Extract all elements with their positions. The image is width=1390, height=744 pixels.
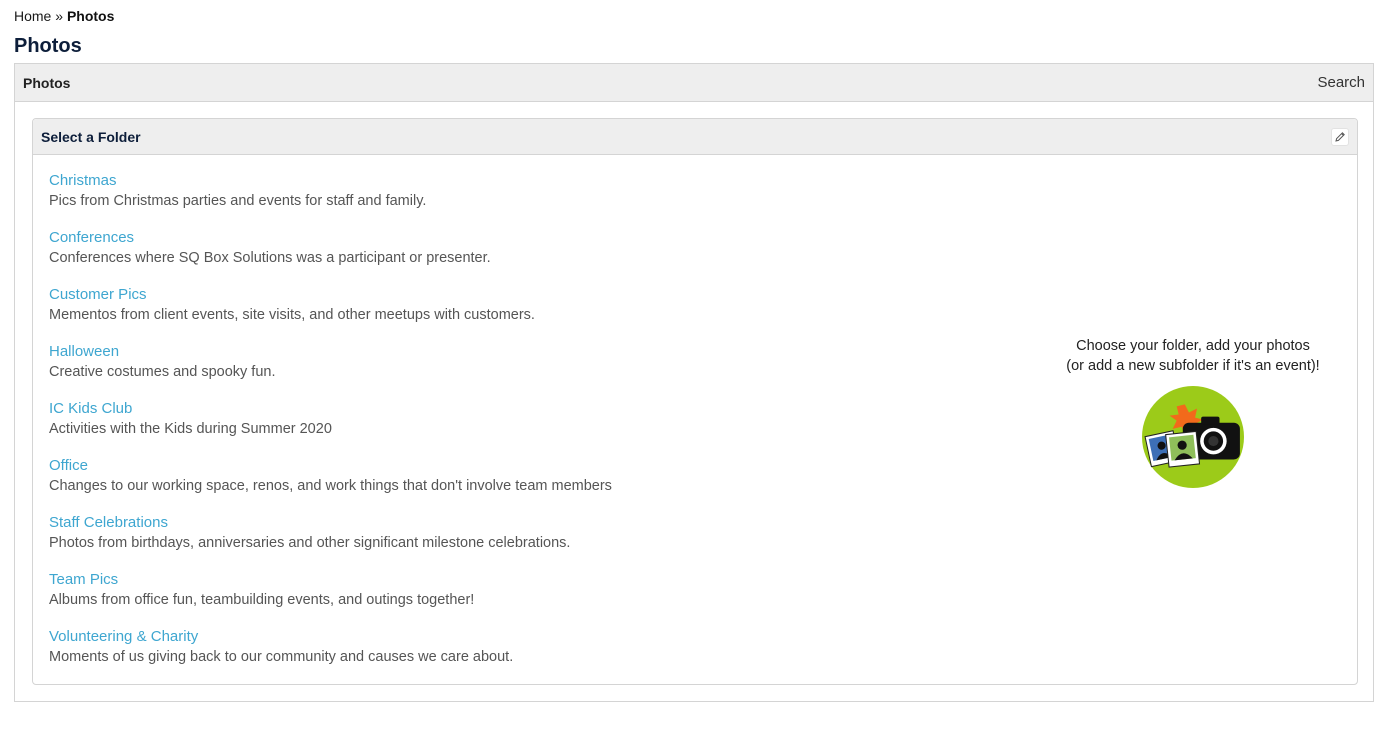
folder-item: Halloween Creative costumes and spooky f… [49, 342, 612, 399]
folder-link[interactable]: Customer Pics [49, 285, 612, 305]
folder-item: Team Pics Albums from office fun, teambu… [49, 570, 612, 627]
folder-description: Conferences where SQ Box Solutions was a… [49, 250, 491, 266]
folder-item: IC Kids Club Activities with the Kids du… [49, 399, 612, 456]
upload-hint-line-1: Choose your folder, add your photos [1076, 338, 1310, 354]
folder-item: Volunteering & Charity Moments of us giv… [49, 627, 612, 684]
breadcrumb-home-link[interactable]: Home [14, 8, 51, 24]
folder-link[interactable]: Conferences [49, 228, 612, 248]
folder-link[interactable]: Staff Celebrations [49, 513, 612, 533]
camera-photos-icon [1142, 386, 1244, 488]
breadcrumb-current: Photos [66, 8, 115, 24]
upload-hint-line-2: (or add a new subfolder if it's an event… [1066, 358, 1320, 374]
folder-link[interactable]: Christmas [49, 171, 612, 191]
folder-panel-header: Select a Folder [33, 119, 1357, 155]
folder-description: Pics from Christmas parties and events f… [49, 193, 427, 209]
breadcrumb-separator: » [55, 8, 64, 24]
folder-item: Conferences Conferences where SQ Box Sol… [49, 228, 612, 285]
page-title: Photos [14, 35, 82, 57]
upload-hint-text: Choose your folder, add your photos (or … [1043, 336, 1343, 376]
folder-link[interactable]: Team Pics [49, 570, 612, 590]
breadcrumb: Home » Photos [14, 8, 114, 24]
folder-description: Mementos from client events, site visits… [49, 307, 535, 323]
photos-panel: Photos Search Select a Folder Christmas … [14, 63, 1374, 702]
folder-description: Activities with the Kids during Summer 2… [49, 421, 332, 437]
photos-panel-header: Photos Search [15, 64, 1373, 102]
folder-item: Staff Celebrations Photos from birthdays… [49, 513, 612, 570]
folder-link[interactable]: Volunteering & Charity [49, 627, 612, 647]
pencil-icon [1335, 131, 1345, 142]
folder-panel-title: Select a Folder [41, 128, 141, 145]
upload-hint: Choose your folder, add your photos (or … [1043, 336, 1343, 488]
folder-list: Christmas Pics from Christmas parties an… [49, 171, 612, 684]
edit-button[interactable] [1331, 127, 1349, 146]
photos-tab[interactable]: Photos [23, 75, 70, 91]
folder-description: Photos from birthdays, anniversaries and… [49, 535, 571, 551]
folder-link[interactable]: IC Kids Club [49, 399, 612, 419]
folder-panel: Select a Folder Christmas Pics from Chri… [32, 118, 1358, 685]
folder-link[interactable]: Office [49, 456, 612, 476]
folder-description: Albums from office fun, teambuilding eve… [49, 592, 475, 608]
folder-description: Changes to our working space, renos, and… [49, 478, 612, 494]
folder-item: Customer Pics Mementos from client event… [49, 285, 612, 342]
folder-description: Creative costumes and spooky fun. [49, 364, 276, 380]
search-link[interactable]: Search [1317, 74, 1365, 91]
folder-link[interactable]: Halloween [49, 342, 612, 362]
folder-item: Office Changes to our working space, ren… [49, 456, 612, 513]
folder-description: Moments of us giving back to our communi… [49, 649, 514, 665]
folder-item: Christmas Pics from Christmas parties an… [49, 171, 612, 228]
